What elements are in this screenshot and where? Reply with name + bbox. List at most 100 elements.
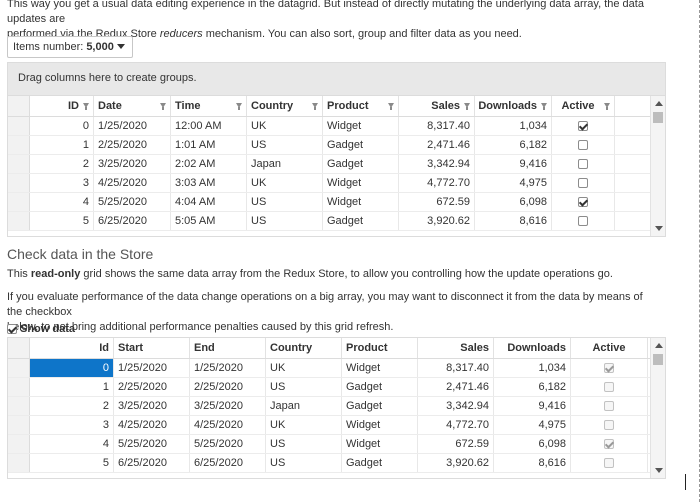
cell-sales[interactable]: 8,317.40 bbox=[399, 117, 475, 135]
filter-icon[interactable] bbox=[160, 103, 166, 110]
cell-downloads[interactable]: 9,416 bbox=[494, 397, 571, 415]
cell-country[interactable]: UK bbox=[247, 117, 323, 135]
column-header-start[interactable]: Start bbox=[114, 338, 190, 358]
cell-country[interactable]: Japan bbox=[247, 155, 323, 173]
cell-country[interactable]: UK bbox=[266, 416, 342, 434]
table-row[interactable]: 0 1/25/2020 1/25/2020 UK Widget 8,317.40 1,034 bbox=[8, 359, 665, 378]
cell-end[interactable]: 1/25/2020 bbox=[190, 359, 266, 377]
filter-icon[interactable] bbox=[604, 103, 610, 110]
filter-icon[interactable] bbox=[83, 103, 89, 110]
cell-country[interactable]: US bbox=[266, 435, 342, 453]
column-header-date[interactable]: Date bbox=[94, 96, 171, 116]
cell-country[interactable]: US bbox=[247, 193, 323, 211]
cell-active[interactable] bbox=[571, 416, 648, 434]
cell-downloads[interactable]: 6,098 bbox=[475, 193, 552, 211]
table-row[interactable]: 4 5/25/2020 5/25/2020 US Widget 672.59 6,098 bbox=[8, 435, 665, 454]
cell-sales[interactable]: 3,342.94 bbox=[399, 155, 475, 173]
active-checkbox[interactable] bbox=[578, 121, 588, 131]
cell-start[interactable]: 6/25/2020 bbox=[114, 454, 190, 472]
cell-country[interactable]: US bbox=[247, 136, 323, 154]
cell-id[interactable]: 3 bbox=[30, 174, 94, 192]
cell-country[interactable]: US bbox=[247, 212, 323, 230]
chevron-down-icon[interactable] bbox=[117, 44, 125, 49]
cell-downloads[interactable]: 8,616 bbox=[475, 212, 552, 230]
table-row[interactable]: 1 2/25/2020 1:01 AM US Gadget 2,471.46 6,182 bbox=[8, 136, 665, 155]
cell-downloads[interactable]: 4,975 bbox=[494, 416, 571, 434]
cell-downloads[interactable]: 6,182 bbox=[494, 378, 571, 396]
cell-active[interactable] bbox=[571, 378, 648, 396]
row-header[interactable] bbox=[8, 193, 30, 211]
table-row[interactable]: 2 3/25/2020 3/25/2020 Japan Gadget 3,342.94 9,… bbox=[8, 397, 665, 416]
filter-icon[interactable] bbox=[236, 103, 242, 110]
cell-end[interactable]: 3/25/2020 bbox=[190, 397, 266, 415]
cell-downloads[interactable]: 6,182 bbox=[475, 136, 552, 154]
scroll-down-icon[interactable] bbox=[655, 226, 663, 231]
cell-country[interactable]: Japan bbox=[266, 397, 342, 415]
cell-product[interactable]: Gadget bbox=[323, 136, 399, 154]
readonly-store-grid[interactable]: Id Start End Country Product Sales Downloads Ac… bbox=[7, 337, 666, 479]
filter-icon[interactable] bbox=[388, 103, 394, 110]
cell-id[interactable]: 0 bbox=[30, 117, 94, 135]
cell-downloads[interactable]: 1,034 bbox=[475, 117, 552, 135]
cell-product[interactable]: Gadget bbox=[342, 454, 418, 472]
show-data-checkbox[interactable] bbox=[7, 324, 17, 334]
cell-date[interactable]: 4/25/2020 bbox=[94, 174, 171, 192]
cell-end[interactable]: 2/25/2020 bbox=[190, 378, 266, 396]
column-header-end[interactable]: End bbox=[190, 338, 266, 358]
active-checkbox[interactable] bbox=[578, 216, 588, 226]
row-header[interactable] bbox=[8, 397, 30, 415]
cell-end[interactable]: 5/25/2020 bbox=[190, 435, 266, 453]
cell-downloads[interactable]: 9,416 bbox=[475, 155, 552, 173]
cell-sales[interactable]: 8,317.40 bbox=[418, 359, 494, 377]
cell-sales[interactable]: 3,342.94 bbox=[418, 397, 494, 415]
scroll-up-icon[interactable] bbox=[655, 101, 663, 106]
editable-datagrid[interactable]: Drag columns here to create groups. ID Da… bbox=[7, 62, 666, 237]
cell-id[interactable]: 3 bbox=[30, 416, 114, 434]
column-header-time[interactable]: Time bbox=[171, 96, 247, 116]
table-row[interactable]: 3 4/25/2020 3:03 AM UK Widget 4,772.70 4,975 bbox=[8, 174, 665, 193]
cell-product[interactable]: Widget bbox=[323, 193, 399, 211]
cell-active[interactable] bbox=[571, 359, 648, 377]
scroll-down-icon[interactable] bbox=[655, 468, 663, 473]
cell-time[interactable]: 12:00 AM bbox=[171, 117, 247, 135]
cell-end[interactable]: 6/25/2020 bbox=[190, 454, 266, 472]
cell-id[interactable]: 1 bbox=[30, 378, 114, 396]
active-checkbox[interactable] bbox=[578, 178, 588, 188]
column-header-product[interactable]: Product bbox=[342, 338, 418, 358]
table-row[interactable]: 1 2/25/2020 2/25/2020 US Gadget 2,471.46 6,182 bbox=[8, 378, 665, 397]
cell-product[interactable]: Gadget bbox=[342, 397, 418, 415]
table-row[interactable]: 5 6/25/2020 5:05 AM US Gadget 3,920.62 8,616 bbox=[8, 212, 665, 231]
cell-start[interactable]: 4/25/2020 bbox=[114, 416, 190, 434]
row-header[interactable] bbox=[8, 435, 30, 453]
vertical-scrollbar[interactable] bbox=[650, 338, 665, 478]
cell-product[interactable]: Widget bbox=[342, 359, 418, 377]
cell-downloads[interactable]: 8,616 bbox=[494, 454, 571, 472]
cell-product[interactable]: Widget bbox=[342, 416, 418, 434]
cell-sales[interactable]: 3,920.62 bbox=[399, 212, 475, 230]
filter-icon[interactable] bbox=[312, 103, 318, 110]
cell-time[interactable]: 2:02 AM bbox=[171, 155, 247, 173]
cell-sales[interactable]: 4,772.70 bbox=[418, 416, 494, 434]
row-header[interactable] bbox=[8, 359, 30, 377]
table-row[interactable]: 0 1/25/2020 12:00 AM UK Widget 8,317.40 1,034 bbox=[8, 117, 665, 136]
cell-sales[interactable]: 2,471.46 bbox=[418, 378, 494, 396]
cell-id[interactable]: 2 bbox=[30, 155, 94, 173]
column-header-id[interactable]: ID bbox=[30, 96, 94, 116]
cell-sales[interactable]: 672.59 bbox=[418, 435, 494, 453]
cell-sales[interactable]: 3,920.62 bbox=[418, 454, 494, 472]
cell-start[interactable]: 3/25/2020 bbox=[114, 397, 190, 415]
row-header[interactable] bbox=[8, 155, 30, 173]
cell-time[interactable]: 5:05 AM bbox=[171, 212, 247, 230]
row-header[interactable] bbox=[8, 416, 30, 434]
cell-date[interactable]: 2/25/2020 bbox=[94, 136, 171, 154]
active-checkbox[interactable] bbox=[578, 140, 588, 150]
cell-active[interactable] bbox=[552, 155, 615, 173]
cell-product[interactable]: Gadget bbox=[342, 378, 418, 396]
cell-product[interactable]: Widget bbox=[323, 174, 399, 192]
cell-country[interactable]: US bbox=[266, 378, 342, 396]
active-checkbox[interactable] bbox=[578, 197, 588, 207]
column-header-country[interactable]: Country bbox=[266, 338, 342, 358]
cell-id[interactable]: 4 bbox=[30, 435, 114, 453]
cell-id[interactable]: 5 bbox=[30, 212, 94, 230]
column-header-sales[interactable]: Sales bbox=[418, 338, 494, 358]
